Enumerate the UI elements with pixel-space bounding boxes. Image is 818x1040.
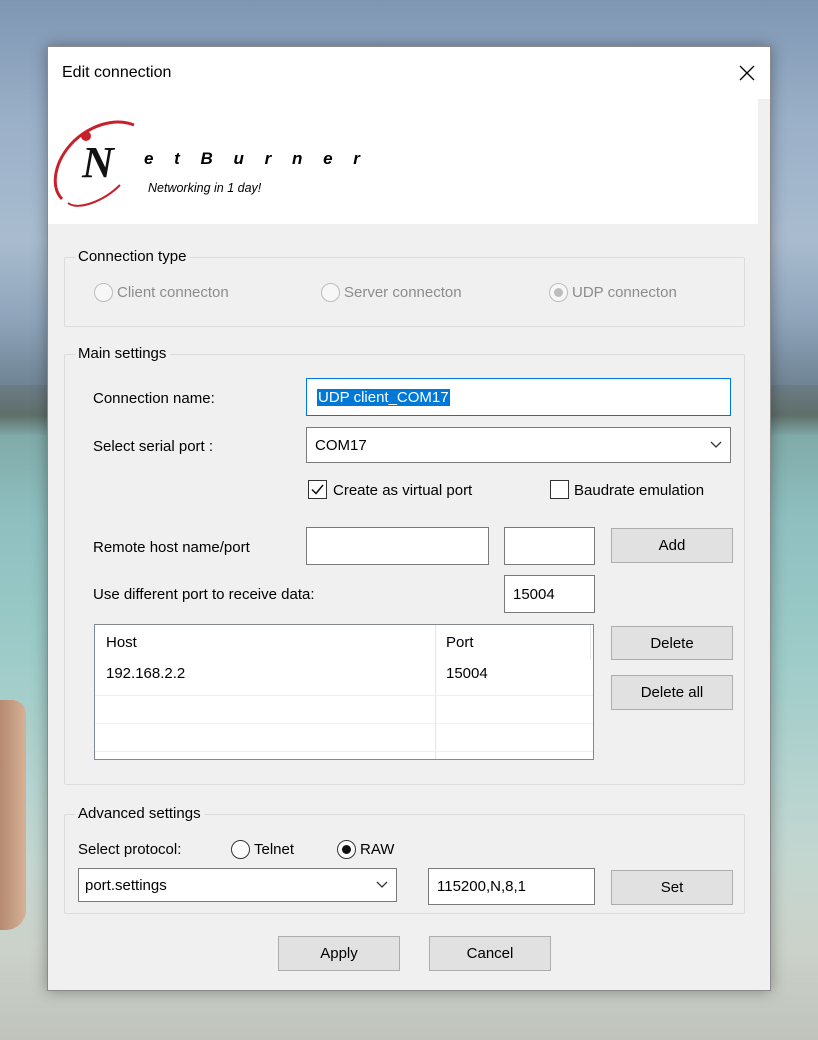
connection-name-label: Connection name: bbox=[93, 390, 215, 407]
server-connection-radio[interactable] bbox=[321, 283, 340, 302]
udp-connection-label: UDP connecton bbox=[572, 284, 677, 301]
port-settings-value: port.settings bbox=[85, 876, 167, 894]
host-value: 192.168.2.2 bbox=[106, 664, 186, 682]
connection-name-input[interactable]: UDP client_COM17 bbox=[306, 378, 731, 416]
connection-type-group: Connection type Client connecton Server … bbox=[64, 247, 745, 327]
telnet-label: Telnet bbox=[254, 841, 295, 858]
logo-swoosh-icon: N bbox=[53, 120, 135, 207]
logo-scroll-strip bbox=[758, 99, 770, 224]
port-header-label: Port bbox=[446, 633, 474, 651]
radio-selected-dot bbox=[554, 288, 563, 297]
serial-port-select[interactable]: COM17 bbox=[306, 427, 731, 463]
port-settings-select[interactable]: port.settings bbox=[78, 868, 397, 902]
close-icon bbox=[739, 65, 755, 81]
baud-settings-input[interactable]: 115200,N,8,1 bbox=[428, 868, 595, 905]
advanced-settings-group: Advanced settings Select protocol: Telne… bbox=[64, 804, 745, 914]
dialog-title: Edit connection bbox=[62, 64, 172, 81]
connection-type-legend: Connection type bbox=[75, 247, 191, 267]
logo-tagline: Networking in 1 day! bbox=[148, 181, 262, 195]
client-connection-label: Client connecton bbox=[117, 284, 229, 301]
main-settings-group: Main settings Connection name: UDP clien… bbox=[64, 344, 745, 785]
apply-button[interactable]: Apply bbox=[278, 936, 400, 971]
table-row-port-cell[interactable]: 15004 bbox=[435, 659, 590, 687]
edit-connection-dialog: Edit connection N e t B u r n e r Networ… bbox=[47, 46, 771, 991]
client-connection-radio[interactable] bbox=[94, 283, 113, 302]
delete-all-button[interactable]: Delete all bbox=[611, 675, 733, 710]
baud-settings-value: 115200,N,8,1 bbox=[437, 878, 526, 895]
host-list-table[interactable]: Host Port 192.168.2.2 15004 bbox=[94, 624, 594, 760]
set-button[interactable]: Set bbox=[611, 870, 733, 905]
background-figure bbox=[0, 700, 26, 930]
host-column-header[interactable]: Host bbox=[95, 625, 435, 659]
host-header-label: Host bbox=[106, 633, 137, 651]
add-button[interactable]: Add bbox=[611, 528, 733, 563]
serial-port-label: Select serial port : bbox=[93, 438, 214, 455]
remote-port-input[interactable] bbox=[504, 527, 595, 565]
remote-host-label: Remote host name/port bbox=[93, 539, 250, 556]
baudrate-emulation-checkbox[interactable] bbox=[550, 480, 569, 499]
logo-letter: N bbox=[81, 138, 116, 187]
close-button[interactable] bbox=[724, 55, 770, 91]
row-divider bbox=[95, 751, 593, 752]
title-bar[interactable]: Edit connection bbox=[48, 47, 770, 99]
udp-connection-radio[interactable] bbox=[549, 283, 568, 302]
radio-selected-dot bbox=[342, 845, 351, 854]
receive-port-value: 15004 bbox=[513, 585, 555, 603]
port-column-header[interactable]: Port bbox=[435, 625, 590, 659]
advanced-settings-legend: Advanced settings bbox=[75, 804, 205, 824]
logo-wordmark: e t B u r n e r bbox=[144, 149, 368, 168]
row-divider bbox=[95, 695, 593, 696]
main-settings-legend: Main settings bbox=[75, 344, 171, 364]
virtual-port-label: Create as virtual port bbox=[333, 482, 473, 499]
protocol-label: Select protocol: bbox=[78, 841, 182, 858]
chevron-down-icon bbox=[710, 441, 722, 448]
delete-button[interactable]: Delete bbox=[611, 626, 733, 660]
raw-radio[interactable] bbox=[337, 840, 356, 859]
different-port-label: Use different port to receive data: bbox=[93, 586, 315, 603]
raw-label: RAW bbox=[360, 841, 395, 858]
remote-host-input[interactable] bbox=[306, 527, 489, 565]
cancel-button[interactable]: Cancel bbox=[429, 936, 551, 971]
connection-name-value: UDP client_COM17 bbox=[317, 388, 450, 406]
telnet-radio[interactable] bbox=[231, 840, 250, 859]
table-row-host-cell[interactable]: 192.168.2.2 bbox=[95, 659, 435, 687]
virtual-port-checkbox[interactable] bbox=[308, 480, 327, 499]
row-divider bbox=[95, 723, 593, 724]
serial-port-value: COM17 bbox=[315, 436, 367, 454]
receive-port-input[interactable]: 15004 bbox=[504, 575, 595, 613]
port-value: 15004 bbox=[446, 664, 488, 682]
netburner-logo: N e t B u r n e r Networking in 1 day! bbox=[48, 99, 758, 224]
checkmark-icon bbox=[311, 484, 324, 495]
column-divider bbox=[435, 625, 436, 759]
baudrate-emulation-label: Baudrate emulation bbox=[574, 482, 705, 499]
server-connection-label: Server connecton bbox=[344, 284, 462, 301]
column-divider-end bbox=[590, 625, 591, 659]
chevron-down-icon bbox=[376, 881, 388, 888]
